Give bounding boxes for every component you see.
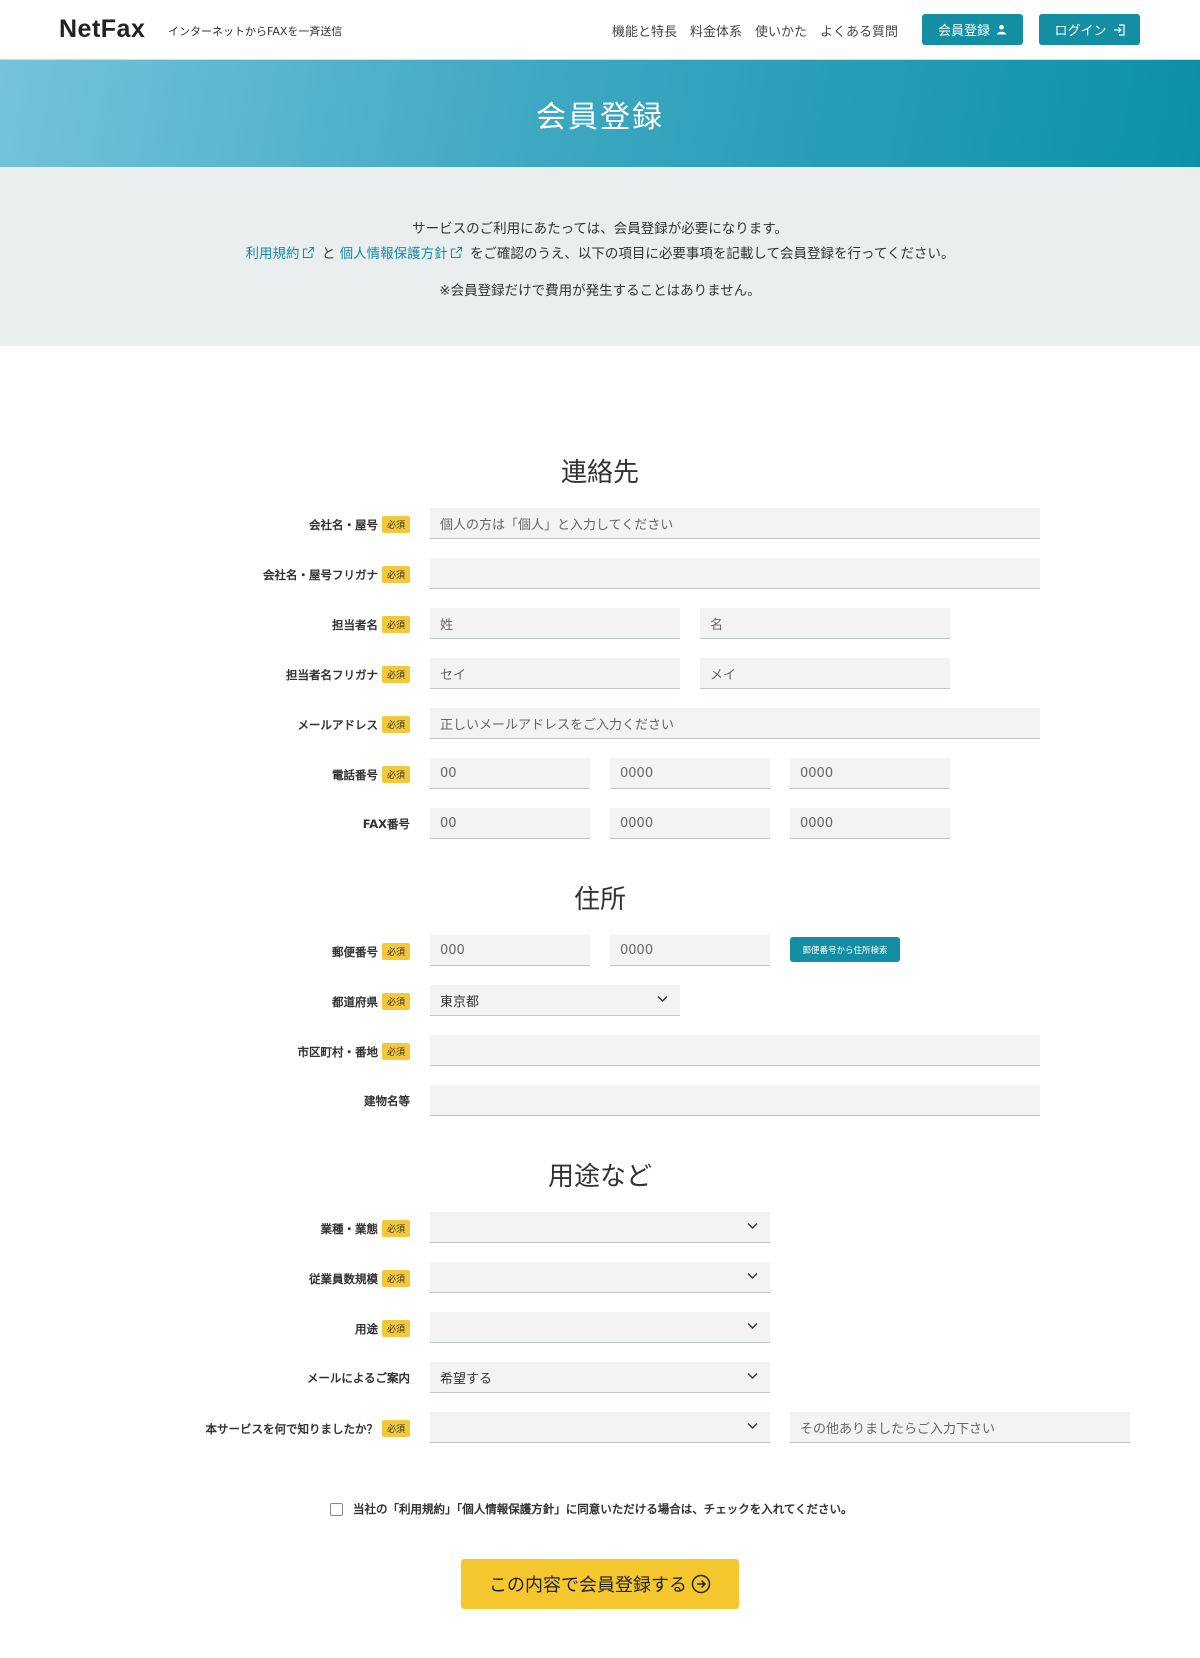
chevron-down-icon (747, 1423, 758, 1429)
section-title-usage: 用途など (547, 1162, 652, 1192)
required-badge: 必須 (381, 566, 410, 583)
page-title: 会員登録 (536, 100, 664, 135)
person-kana-label: 担当者名フリガナ 必須 (286, 666, 410, 683)
agreement-checkbox[interactable] (330, 1502, 343, 1516)
source-label: 本サービスを何で知りましたか？ 必須 (205, 1420, 410, 1437)
building-label: 建物名等 (364, 1094, 410, 1108)
nav-features[interactable]: 機能と特長 (612, 21, 677, 40)
company-label: 会社名・屋号 必須 (309, 516, 410, 533)
register-button-label: 会員登録 (937, 24, 990, 39)
last-kana-input[interactable]: セイ (430, 658, 680, 689)
zip-label: 郵便番号 必須 (332, 943, 410, 960)
company-kana-input[interactable] (430, 558, 1040, 589)
phone-input-1[interactable]: 00 (430, 758, 590, 789)
login-icon (1113, 23, 1125, 36)
fax-input-3[interactable]: 0000 (790, 808, 950, 839)
header-register-button[interactable]: 会員登録 (922, 14, 1023, 45)
building-input[interactable] (430, 1085, 1040, 1116)
pref-select[interactable]: 東京都 (430, 985, 680, 1016)
email-label: メールアドレス 必須 (297, 716, 410, 733)
intro-conj: と (321, 246, 336, 262)
chevron-down-icon (747, 1323, 758, 1329)
mail-label: メールによるご案内 (306, 1371, 410, 1385)
first-kana-input[interactable]: メイ (700, 658, 950, 689)
employees-select[interactable] (430, 1262, 770, 1293)
login-button-label: ログイン (1054, 24, 1107, 39)
phone-input-3[interactable]: 0000 (790, 758, 950, 789)
fax-label: FAX番号 (362, 817, 410, 831)
required-badge: 必須 (381, 666, 410, 683)
main-nav: 機能と特長 料金体系 使いかた よくある質問 (612, 21, 911, 40)
phone-label: 電話番号 必須 (332, 766, 410, 783)
user-icon (996, 24, 1007, 35)
intro-line-1: サービスのご利用にあたっては、会員登録が必要になります。 (412, 221, 788, 237)
required-badge: 必須 (381, 1420, 410, 1437)
fax-input-2[interactable]: 0000 (610, 808, 770, 839)
zip-search-button[interactable]: 郵便番号から住所検索 (790, 937, 900, 962)
chevron-down-icon (657, 996, 668, 1002)
last-name-input[interactable]: 姓 (430, 608, 680, 639)
phone-input-2[interactable]: 0000 (610, 758, 770, 789)
zip-input-2[interactable]: 0000 (610, 935, 770, 966)
intro-box: サービスのご利用にあたっては、会員登録が必要になります。 利用規約 と 個人情報… (0, 167, 1200, 346)
external-link-icon (450, 246, 462, 259)
logo[interactable]: NetFax (59, 15, 145, 44)
company-kana-label: 会社名・屋号フリガナ 必須 (263, 566, 410, 583)
page-hero: 会員登録 (0, 60, 1200, 167)
first-name-input[interactable]: 名 (700, 608, 950, 639)
employees-label: 従業員数規模 必須 (309, 1270, 410, 1287)
nav-faq[interactable]: よくある質問 (820, 21, 898, 40)
required-badge: 必須 (381, 1043, 410, 1060)
intro-line-3: ※会員登録だけで費用が発生することはありません。 (439, 283, 761, 299)
required-badge: 必須 (381, 993, 410, 1010)
company-input[interactable]: 個人の方は「個人」と入力してください (430, 508, 1040, 539)
email-input[interactable]: 正しいメールアドレスをご入力ください (430, 708, 1040, 739)
source-select[interactable] (430, 1412, 770, 1443)
person-label: 担当者名 必須 (332, 616, 410, 633)
pref-label: 都道府県 必須 (332, 993, 410, 1010)
required-badge: 必須 (381, 716, 410, 733)
site-header: NetFax インターネットからFAXを一斉送信 機能と特長 料金体系 使いかた… (0, 0, 1200, 60)
required-badge: 必須 (381, 1270, 410, 1287)
intro-line-2-rest: をご確認のうえ、以下の項目に必要事項を記載して会員登録を行ってください。 (469, 246, 955, 262)
privacy-link[interactable]: 個人情報保護方針 (340, 246, 466, 262)
submit-button[interactable]: この内容で会員登録する (461, 1559, 739, 1609)
required-badge: 必須 (381, 766, 410, 783)
chevron-down-icon (747, 1373, 758, 1379)
required-badge: 必須 (381, 616, 410, 633)
section-title-contact: 連絡先 (560, 458, 639, 488)
agreement-text: 当社の「利用規約」「個人情報保護方針」に同意いただける場合は、チェックを入れてく… (353, 1502, 853, 1516)
zip-input-1[interactable]: 000 (430, 935, 590, 966)
nav-howto[interactable]: 使いかた (755, 21, 807, 40)
industry-select[interactable] (430, 1212, 770, 1243)
intro-line-2: 利用規約 と 個人情報保護方針 をご確認のうえ、以下の項目に必要事項を記載して会… (0, 242, 1200, 262)
required-badge: 必須 (381, 943, 410, 960)
nav-pricing[interactable]: 料金体系 (690, 21, 742, 40)
industry-label: 業種・業態 必須 (320, 1220, 410, 1237)
fax-input-1[interactable]: 00 (430, 808, 590, 839)
purpose-select[interactable] (430, 1312, 770, 1343)
required-badge: 必須 (381, 516, 410, 533)
agreement-row: 当社の「利用規約」「個人情報保護方針」に同意いただける場合は、チェックを入れてく… (330, 1501, 853, 1517)
submit-button-label: この内容で会員登録する (489, 1575, 687, 1596)
header-login-button[interactable]: ログイン (1039, 14, 1140, 45)
arrow-circle-right-icon (691, 1574, 711, 1594)
external-link-icon (302, 246, 314, 259)
terms-link[interactable]: 利用規約 (246, 246, 318, 262)
mail-select[interactable]: 希望する (430, 1362, 770, 1393)
chevron-down-icon (747, 1273, 758, 1279)
required-badge: 必須 (381, 1220, 410, 1237)
required-badge: 必須 (381, 1320, 410, 1337)
city-label: 市区町村・番地 必須 (297, 1043, 410, 1060)
tagline: インターネットからFAXを一斉送信 (168, 25, 343, 38)
section-title-address: 住所 (573, 885, 626, 915)
source-other-input[interactable]: その他ありましたらご入力下さい (790, 1412, 1130, 1443)
purpose-label: 用途 必須 (355, 1320, 410, 1337)
chevron-down-icon (747, 1223, 758, 1229)
city-input[interactable] (430, 1035, 1040, 1066)
